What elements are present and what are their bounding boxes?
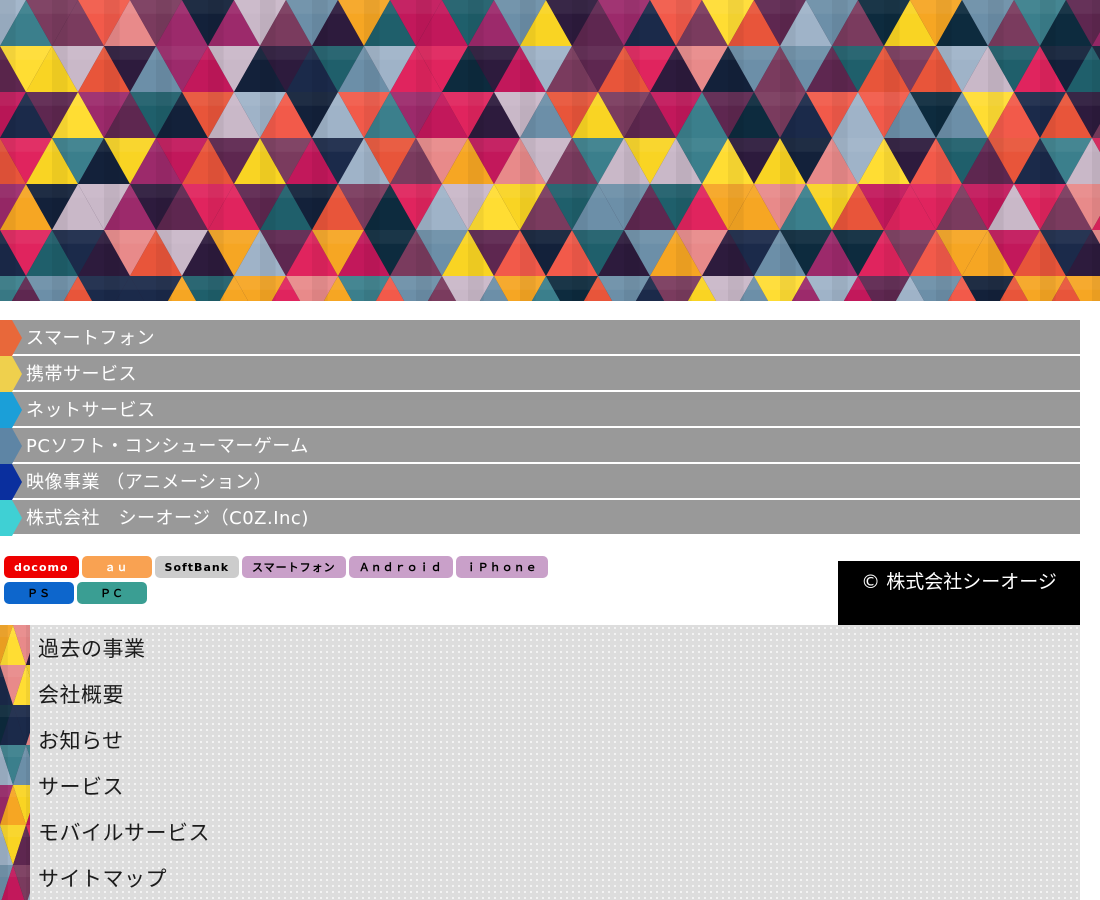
nav-item-label: ネットサービス: [26, 400, 156, 421]
nav-item-label: 携帯サービス: [26, 364, 137, 385]
badge-row-2: ＰＳ ＰＣ: [4, 582, 824, 604]
badge-strip: docomo ａｕ SoftBank スマートフォン Ａｎｄｒｏｉｄ ｉＰｈｏｎｅ ＰＳ ＰＣ: [4, 556, 824, 608]
hero-banner: [0, 0, 1100, 301]
footer-menu-item-1[interactable]: 過去の事業: [38, 625, 1038, 671]
badge-tag[interactable]: ＰＣ: [77, 582, 147, 604]
nav-arrow-icon: [0, 356, 22, 392]
nav-arrow-icon: [0, 464, 22, 500]
badge-tag[interactable]: SoftBank: [154, 556, 240, 578]
footer-menu-item-3[interactable]: お知らせ: [38, 717, 1038, 763]
nav-arrow-icon: [0, 428, 22, 464]
badge-tag[interactable]: docomo: [4, 556, 79, 578]
footer-menu-item-6[interactable]: サイトマップ: [38, 855, 1038, 900]
badge-tag[interactable]: ａｕ: [81, 556, 152, 578]
footer-menu-section: 過去の事業 会社概要 お知らせ サービス モバイルサービス サイトマップ: [0, 625, 1080, 900]
nav-item-label: 株式会社 シーオージ（C0Z.Inc): [26, 508, 309, 529]
nav-item-1[interactable]: スマートフォン: [0, 320, 1080, 356]
badge-row-1: docomo ａｕ SoftBank スマートフォン Ａｎｄｒｏｉｄ ｉＰｈｏｎｅ: [4, 556, 824, 578]
geometric-triangle-pattern: [0, 0, 1100, 301]
badge-tag[interactable]: ＰＳ: [4, 582, 74, 604]
nav-item-label: 映像事業 （アニメーション）: [26, 472, 273, 493]
nav-arrow-icon: [0, 320, 22, 356]
nav-item-5[interactable]: 映像事業 （アニメーション）: [0, 464, 1080, 500]
nav-item-3[interactable]: ネットサービス: [0, 392, 1080, 428]
nav-item-label: スマートフォン: [26, 328, 155, 349]
nav-arrow-icon: [0, 392, 22, 428]
footer-menu-item-4[interactable]: サービス: [38, 763, 1038, 809]
copyright-text: © 株式会社シーオージ: [861, 571, 1057, 593]
footer-pattern-strip: [0, 625, 30, 900]
footer-menu-item-2[interactable]: 会社概要: [38, 671, 1038, 717]
geometric-triangle-strip: [0, 625, 30, 900]
footer-menu-list: 過去の事業 会社概要 お知らせ サービス モバイルサービス サイトマップ: [38, 625, 1038, 900]
nav-item-6[interactable]: 株式会社 シーオージ（C0Z.Inc): [0, 500, 1080, 536]
copyright-box: © 株式会社シーオージ: [838, 561, 1080, 625]
badge-tag[interactable]: Ａｎｄｒｏｉｄ: [348, 556, 453, 578]
page-root: スマートフォン 携帯サービス ネットサービス PCソフト・コンシューマーゲーム 映像事業…: [0, 0, 1100, 900]
badge-tag[interactable]: ｉＰｈｏｎｅ: [455, 556, 548, 578]
main-navigation: スマートフォン 携帯サービス ネットサービス PCソフト・コンシューマーゲーム 映像事業…: [0, 320, 1080, 536]
nav-item-label: PCソフト・コンシューマーゲーム: [26, 436, 309, 457]
nav-item-4[interactable]: PCソフト・コンシューマーゲーム: [0, 428, 1080, 464]
nav-item-2[interactable]: 携帯サービス: [0, 356, 1080, 392]
badge-tag[interactable]: スマートフォン: [242, 556, 346, 578]
footer-menu-item-5[interactable]: モバイルサービス: [38, 809, 1038, 855]
nav-arrow-icon: [0, 500, 22, 536]
